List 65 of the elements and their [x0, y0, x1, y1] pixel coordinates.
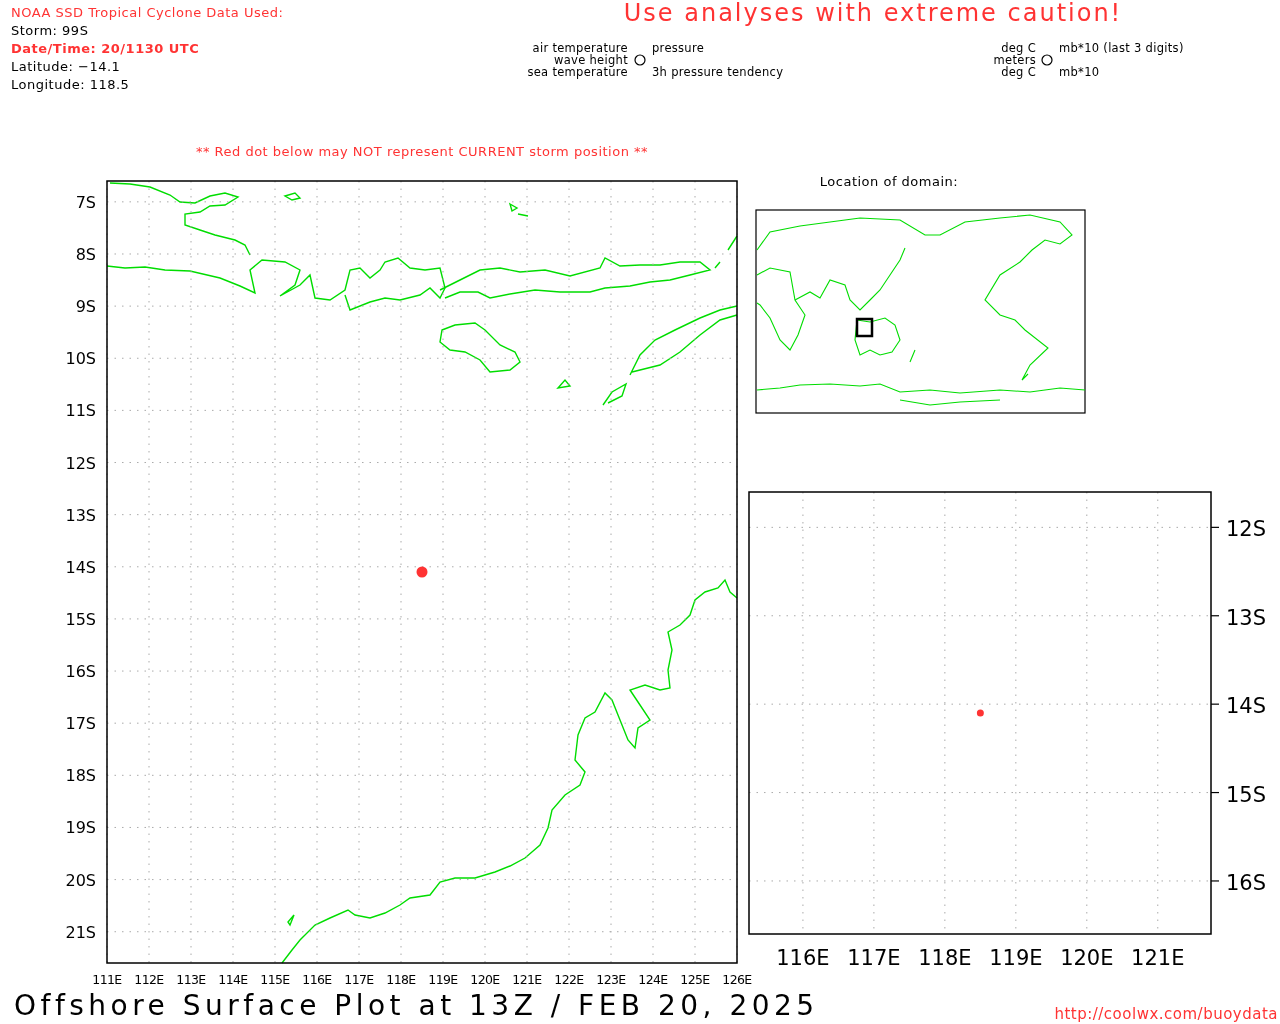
latitude-tick-label: 19S	[65, 818, 96, 838]
latitude-tick-label: 21S	[65, 922, 96, 942]
latitude-tick-label: 16S	[65, 662, 96, 682]
station-circle-icon	[1041, 54, 1053, 66]
source-title: NOAA SSD Tropical Cyclone Data Used:	[11, 5, 284, 20]
latitude-tick-label: 10S	[65, 349, 96, 369]
longitude-label: Longitude: 118.5	[11, 77, 130, 92]
longitude-tick-label: 113E	[176, 972, 206, 987]
storm-label: Storm: 99S	[11, 23, 89, 38]
unit-label: deg C	[1001, 65, 1036, 79]
latitude-tick-label: 16S	[1226, 870, 1267, 895]
latitude-label: Latitude: −14.1	[11, 59, 121, 74]
longitude-tick-label: 120E	[470, 972, 500, 987]
latitude-tick-label: 14S	[1226, 694, 1267, 719]
latitude-tick-label: 13S	[65, 505, 96, 525]
longitude-tick-label: 111E	[92, 972, 122, 987]
latitude-tick-label: 20S	[65, 870, 96, 890]
longitude-tick-label: 118E	[386, 972, 416, 987]
latitude-tick-label: 11S	[65, 401, 96, 421]
source-url: http://coolwx.com/buoydata	[1054, 1005, 1278, 1023]
longitude-tick-label: 124E	[638, 972, 668, 987]
latitude-tick-label: 13S	[1226, 605, 1267, 630]
longitude-tick-label: 116E	[302, 972, 332, 987]
position-warning: ** Red dot below may NOT represent CURRENT storm position **	[195, 144, 649, 159]
legend-label: air temperature	[532, 41, 628, 55]
locator-title: Location of domain:	[819, 174, 959, 189]
latitude-tick-label: 18S	[65, 766, 96, 786]
latitude-tick-label: 9S	[75, 297, 96, 317]
longitude-tick-label: 120E	[1060, 946, 1114, 970]
domain-marker	[855, 317, 874, 338]
longitude-tick-label: 121E	[1131, 946, 1185, 970]
latitude-tick-label: 15S	[1226, 782, 1267, 807]
latitude-tick-label: 17S	[65, 714, 96, 734]
latitude-tick-label: 15S	[65, 609, 96, 629]
longitude-tick-label: 116E	[776, 946, 830, 970]
longitude-tick-label: 126E	[722, 972, 752, 987]
longitude-tick-label: 117E	[847, 946, 901, 970]
station-circle-icon	[634, 54, 646, 66]
longitude-tick-label: 125E	[680, 972, 710, 987]
legend-label: pressure	[652, 41, 705, 55]
legend-label: sea temperature	[527, 65, 628, 79]
unit-label: deg C	[1001, 41, 1036, 55]
plot-title: Offshore Surface Plot at 13Z / FEB 20, 2025	[14, 989, 819, 1022]
longitude-tick-label: 119E	[989, 946, 1043, 970]
unit-label: mb*10 (last 3 digits)	[1059, 41, 1184, 55]
legend-label: 3h pressure tendency	[652, 65, 784, 79]
legend-label: wave height	[554, 53, 628, 67]
longitude-tick-label: 114E	[218, 972, 248, 987]
longitude-tick-label: 119E	[428, 972, 458, 987]
longitude-tick-label: 123E	[596, 972, 626, 987]
longitude-tick-label: 121E	[512, 972, 542, 987]
date-time-label: Date/Time: 20/1130 UTC	[11, 41, 200, 56]
unit-label: meters	[993, 53, 1036, 67]
longitude-tick-label: 117E	[344, 972, 374, 987]
longitude-tick-label: 118E	[918, 946, 972, 970]
caution-heading: Use analyses with extreme caution!	[623, 0, 1123, 27]
longitude-tick-label: 115E	[260, 972, 290, 987]
longitude-tick-label: 112E	[134, 972, 164, 987]
latitude-tick-label: 7S	[75, 192, 96, 212]
latitude-tick-label: 14S	[65, 557, 96, 577]
latitude-tick-label: 12S	[1226, 517, 1267, 542]
latitude-tick-label: 8S	[75, 245, 96, 264]
latitude-tick-label: 12S	[65, 453, 96, 473]
unit-label: mb*10	[1059, 65, 1100, 79]
longitude-tick-label: 122E	[554, 972, 584, 987]
